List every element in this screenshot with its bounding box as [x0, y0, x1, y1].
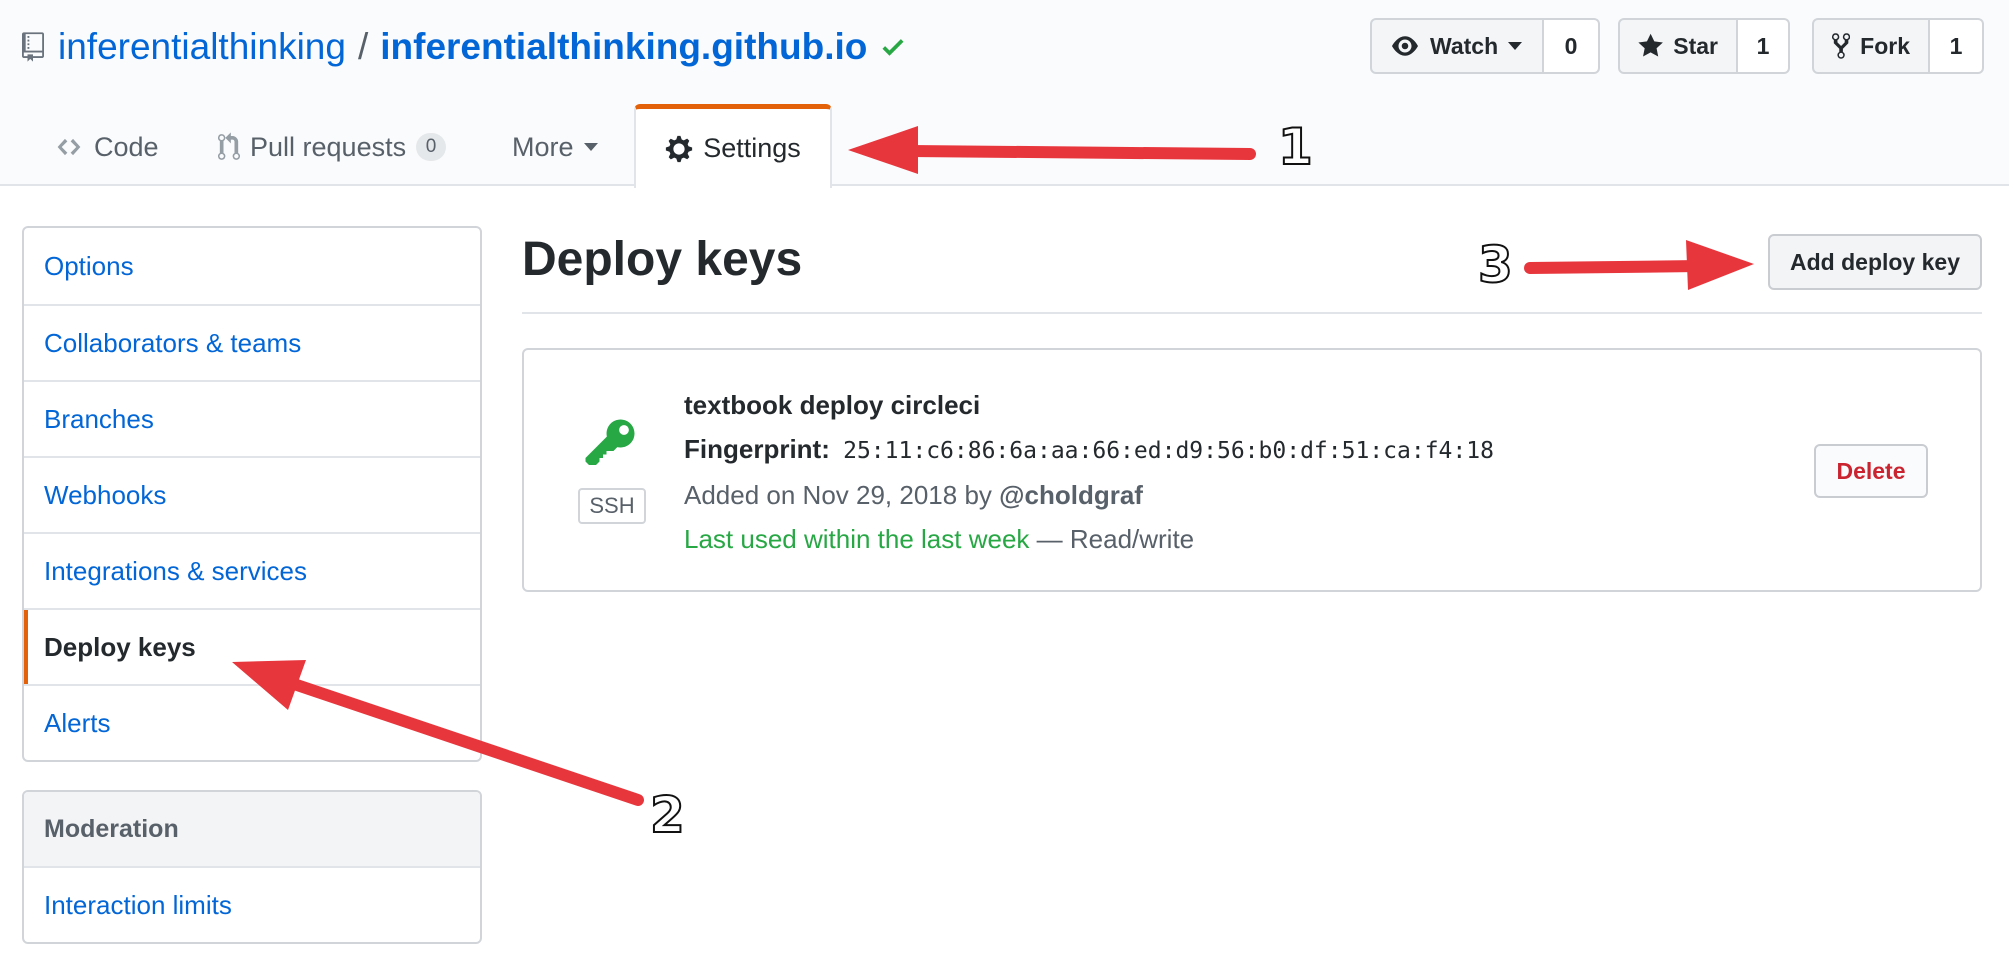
annotation-number-3: 3 — [1477, 235, 1514, 295]
annotation-layer — [232, 126, 1754, 806]
annotation-arrow-1 — [848, 126, 1256, 174]
annotation-arrow-2 — [232, 660, 644, 806]
annotation-arrow-3 — [1524, 240, 1754, 290]
annotation-number-1: 1 — [1277, 117, 1314, 177]
annotation-number-2: 2 — [649, 785, 686, 845]
